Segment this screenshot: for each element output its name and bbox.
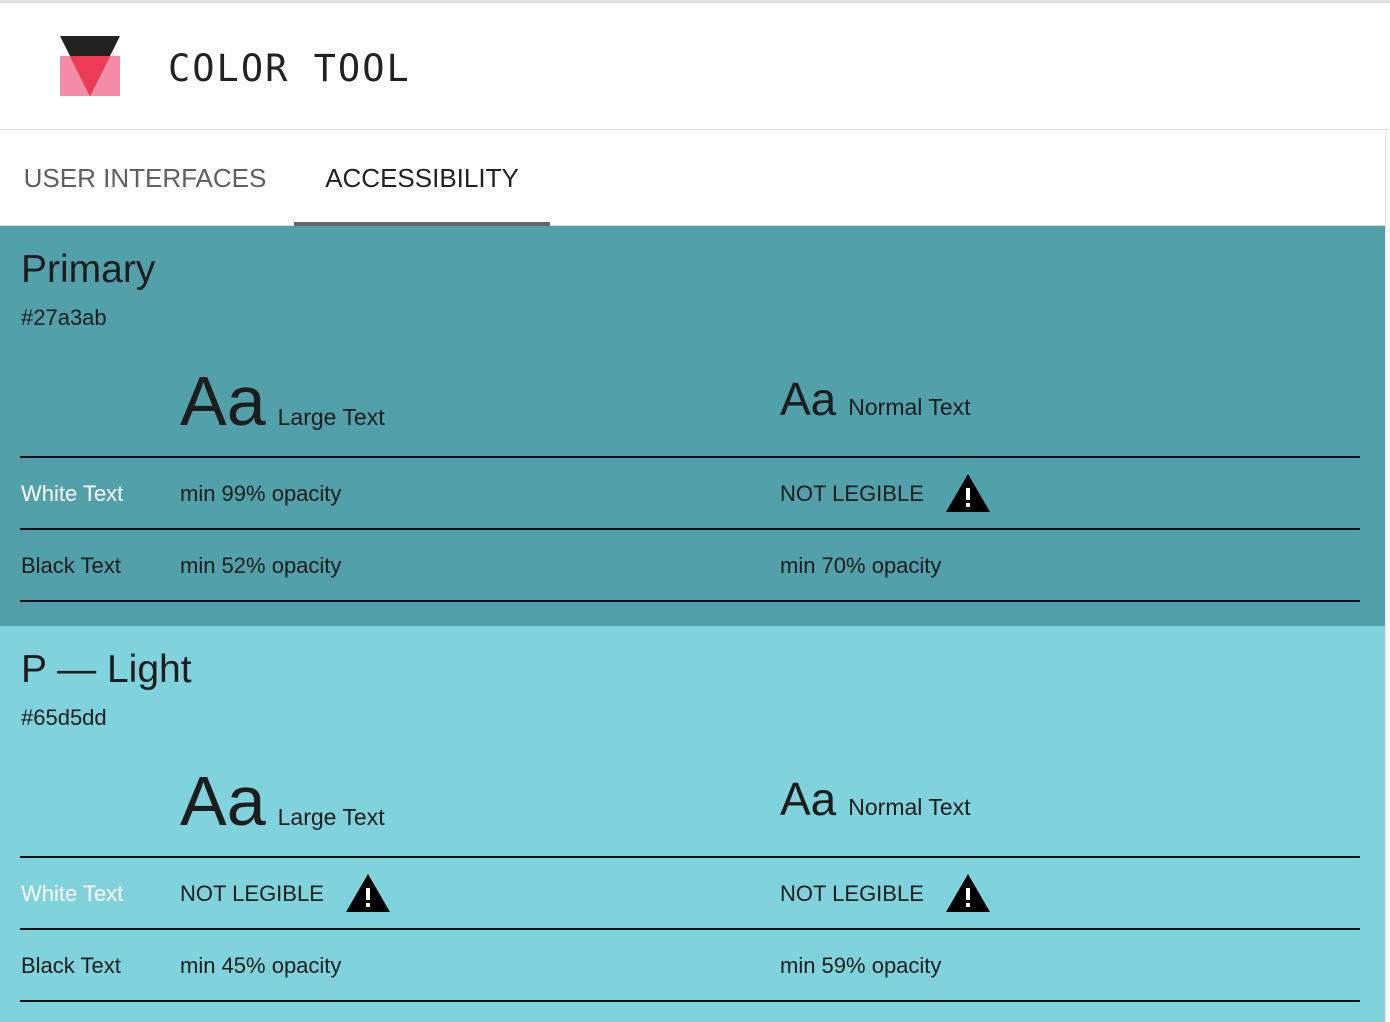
tab-user-interfaces[interactable]: USER INTERFACES [0,130,290,226]
normal-text-sample: Aa Normal Text [780,776,971,822]
divider [20,928,1360,930]
normal-aa: Aa [780,373,837,425]
warning-icon [346,874,390,912]
row-label-black: Black Text [21,553,121,578]
normal-text-sample: Aa Normal Text [780,376,971,422]
row-label-white: White Text [21,481,124,506]
color-tool-logo[interactable] [60,36,120,96]
warning-icon [946,474,990,512]
divider [20,856,1360,858]
section-title: Primary [21,248,156,291]
divider [20,600,1360,602]
section-hex: #27a3ab [21,305,107,330]
app-title: COLOR TOOL [168,47,411,90]
section-primary: Primary #27a3ab Aa Large Text Aa Normal Te… [0,226,1385,626]
black-normal-result: min 59% opacity [780,953,942,978]
tab-bar: USER INTERFACES ACCESSIBILITY [0,130,1385,226]
white-normal-result: NOT LEGIBLE [780,481,924,506]
large-aa: Aa [180,762,266,840]
large-text-label: Large Text [277,804,385,830]
normal-text-label: Normal Text [848,794,971,820]
warning-icon [946,874,990,912]
black-normal-result: min 70% opacity [780,553,942,578]
large-aa: Aa [180,362,266,440]
divider [20,456,1360,458]
large-text-sample: Aa Large Text [180,366,385,436]
section-title: P — Light [21,648,192,691]
app-header: COLOR TOOL [0,0,1390,130]
normal-aa: Aa [780,773,837,825]
section-p-light: P — Light #65d5dd Aa Large Text Aa Normal … [0,626,1385,1022]
divider [20,1000,1360,1002]
divider [20,528,1360,530]
side-panel-edge [1385,130,1390,1022]
white-normal-result: NOT LEGIBLE [780,881,924,906]
white-large-result: min 99% opacity [180,481,342,506]
normal-text-label: Normal Text [848,394,971,420]
large-text-label: Large Text [277,404,385,430]
large-text-sample: Aa Large Text [180,766,385,836]
black-large-result: min 52% opacity [180,553,342,578]
row-label-white: White Text [21,881,124,906]
white-large-result: NOT LEGIBLE [180,881,324,906]
tab-accessibility[interactable]: ACCESSIBILITY [294,130,550,226]
section-hex: #65d5dd [21,705,107,730]
black-large-result: min 45% opacity [180,953,342,978]
row-label-black: Black Text [21,953,121,978]
